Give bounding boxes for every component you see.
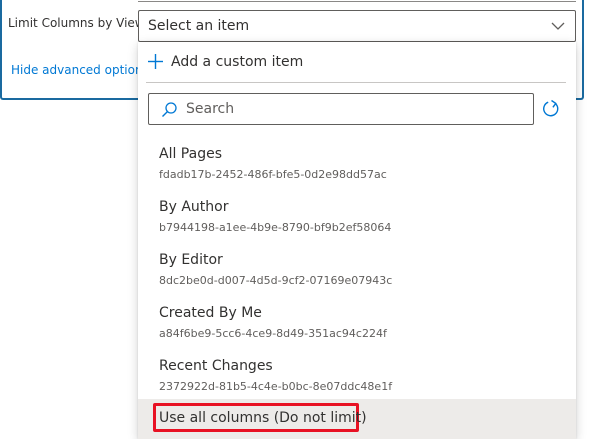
search-input[interactable]: Search: [148, 93, 534, 125]
item-id: b7944198-a1ee-4b9e-8790-bf9b2ef58064: [159, 221, 392, 234]
chevron-down-icon: [551, 22, 565, 30]
add-custom-item-option[interactable]: Add a custom item: [138, 42, 576, 82]
item-title: Recent Changes: [159, 358, 273, 374]
list-item[interactable]: Recent Changes 2372922d-81b5-4c4e-b0bc-8…: [138, 350, 576, 403]
limit-columns-label: Limit Columns by View: [8, 16, 145, 30]
item-id: 8dc2be0d-d007-4d5d-9cf2-07169e07943c: [159, 274, 393, 287]
search-icon: [162, 102, 177, 117]
select-value: Select an item: [148, 18, 250, 34]
list-item[interactable]: By Author b7944198-a1ee-4b9e-8790-bf9b2e…: [138, 191, 576, 244]
item-id: a84f6be9-5cc6-4ce9-8d49-351ac94c224f: [159, 327, 387, 340]
dropdown-panel: Add a custom item Search All Pages fdadb…: [138, 42, 576, 439]
list-item[interactable]: Created By Me a84f6be9-5cc6-4ce9-8d49-35…: [138, 297, 576, 350]
item-title: By Author: [159, 199, 229, 215]
plus-icon: [148, 54, 163, 69]
item-title: Created By Me: [159, 305, 262, 321]
search-placeholder: Search: [186, 101, 235, 117]
divider: [146, 82, 566, 83]
add-custom-item-label: Add a custom item: [171, 54, 304, 70]
previous-field-border: [138, 0, 576, 2]
refresh-icon[interactable]: [540, 99, 560, 119]
item-title: By Editor: [159, 252, 223, 268]
list-item[interactable]: All Pages fdadb17b-2452-486f-bfe5-0d2e98…: [138, 138, 576, 191]
item-title: All Pages: [159, 146, 222, 162]
hide-advanced-options-link[interactable]: Hide advanced options: [11, 63, 149, 77]
limit-columns-select[interactable]: Select an item: [138, 10, 576, 42]
view-list: All Pages fdadb17b-2452-486f-bfe5-0d2e98…: [138, 138, 576, 403]
item-id: 2372922d-81b5-4c4e-b0bc-8e07ddc48e1f: [159, 380, 393, 393]
use-all-columns-label: Use all columns (Do not limit): [159, 410, 367, 426]
item-id: fdadb17b-2452-486f-bfe5-0d2e98dd57ac: [159, 168, 387, 181]
list-item[interactable]: By Editor 8dc2be0d-d007-4d5d-9cf2-07169e…: [138, 244, 576, 297]
use-all-columns-option[interactable]: Use all columns (Do not limit): [138, 399, 576, 439]
